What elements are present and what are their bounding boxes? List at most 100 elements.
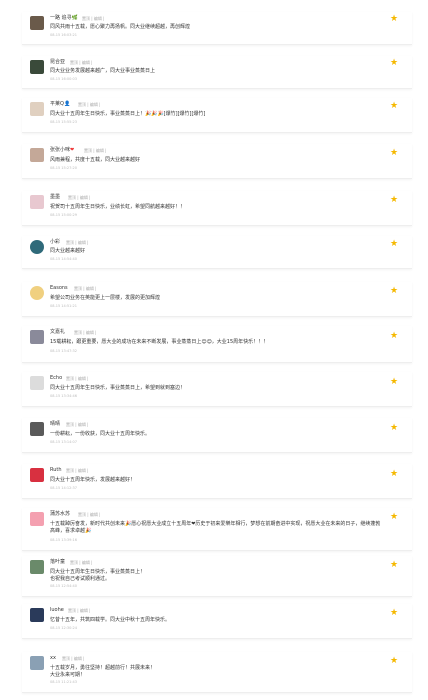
comment-actions[interactable]: 置顶 | 编辑 | [78,511,101,518]
comment-item: 张张小咪❤ 置顶 | 编辑 | 风雨兼程，共度十五载，同大业越来越好 08-15… [22,144,412,179]
star-icon[interactable]: ★ [390,195,400,205]
star-icon[interactable]: ★ [390,239,400,249]
comment-author[interactable]: 小彩 [50,239,60,246]
comment-time: 08-15 11:21:43 [50,680,78,684]
comment-time: 08-15 15:27:20 [50,166,78,170]
avatar[interactable] [30,330,44,344]
comment-item: xx 置顶 | 编辑 | 十五载岁月，勇往坚持！超越前行！共展未来！ 大业永来可… [22,652,412,693]
comment-item: 落叶童 置顶 | 编辑 | 同大业十五周年生日快乐，事业蒸蒸日上！ 也祝我自己考… [22,556,412,597]
comment-text: 同大业十五周年生日快乐，事业蒸蒸日上！ 也祝我自己考试顺利通过。 [50,569,146,582]
avatar[interactable] [30,512,44,526]
comment-time: 08-15 15:00:29 [50,213,78,217]
comment-text: 希望公司业务在英能更上一层楼，发展的更加辉煌 [50,295,161,301]
comment-time: 08-15 14:54:40 [50,257,78,261]
comment-time: 08-15 13:14:07 [50,440,78,444]
comment-author[interactable]: 平莱Q👤 [50,101,70,108]
comment-actions[interactable]: 置顶 | 编辑 | [66,239,89,246]
avatar[interactable] [30,60,44,74]
star-icon[interactable]: ★ [390,512,400,522]
comment-author[interactable]: 墨墨 [50,194,60,201]
comment-actions[interactable]: 置顶 | 编辑 | [66,421,89,428]
comment-time: 08-15 16:03:21 [50,33,78,37]
comment-actions[interactable]: 置顶 | 编辑 | [74,329,97,336]
comment-author[interactable]: Ruth [50,467,62,474]
comment-item: 蒲苏水苏 置顶 | 编辑 | 十五载踔厉奋发，新时代共创未来🎉愿心祝愿大业成立十… [22,508,412,551]
comment-actions[interactable]: 置顶 | 编辑 | [68,194,91,201]
comment-item: 墨墨 置顶 | 编辑 | 祝贺司十五周年生日快乐，业绩长虹，希望同航越来越好！！… [22,191,412,226]
comment-actions[interactable]: 置顶 | 编辑 | [66,467,89,474]
comment-text: 风雨兼程，共度十五载，同大业越来越好 [50,157,141,163]
comment-time: 08-15 13:34:46 [50,394,78,398]
avatar[interactable] [30,560,44,574]
comment-time: 08-15 12:54:40 [50,584,78,588]
avatar[interactable] [30,608,44,622]
avatar[interactable] [30,16,44,30]
comment-time: 08-15 15:55:23 [50,120,78,124]
star-icon[interactable]: ★ [390,148,400,158]
comment-text: 15载耕耘，跟更重要，愿大业的成功在未来不断发展，事业蒸蒸日上😊😊，大业15周年… [50,339,269,345]
comment-text: 十五载岁月，勇往坚持！超越前行！共展未来！ 大业永来可期！ [50,665,156,678]
comment-text: 一份耕耘，一份收获，同大业十五周年快乐。 [50,431,151,437]
comment-item: 昆合亚 置顶 | 编辑 | 同大业业务发展越来越广，同大业事业蒸蒸日上 08-1… [22,56,412,89]
comment-actions[interactable]: 置顶 | 编辑 | [82,15,105,22]
comment-author[interactable]: 张张小咪❤ [50,147,74,154]
comment-text: 同大业业务发展越来越广，同大业事业蒸蒸日上 [50,68,156,74]
comment-text: 忆昔十五年，共筑四载学。同大业中秋十五周年快乐。 [50,617,171,623]
star-icon[interactable]: ★ [390,331,400,341]
avatar[interactable] [30,102,44,116]
avatar[interactable] [30,468,44,482]
comment-actions[interactable]: 置顶 | 编辑 | [74,285,97,292]
comment-time: 08-15 16:00:03 [50,77,78,81]
comment-item: luohe 置顶 | 编辑 | 忆昔十五年，共筑四载学。同大业中秋十五周年快乐。… [22,604,412,639]
comment-item: 文嘉礼 置顶 | 编辑 | 15载耕耘，跟更重要，愿大业的成功在未来不断发展，事… [22,326,412,363]
comment-item: 小彩 置顶 | 编辑 | 同大业越来越好 08-15 14:54:40 ★ [22,236,412,269]
comment-feed: 一路 追寻🌿 置顶 | 编辑 | 同风共雨十五载，愿心聚力再扬帆。同大业继续超越… [0,0,428,700]
comment-item: Easons 置顶 | 编辑 | 希望公司业务在英能更上一层楼，发展的更加辉煌 … [22,282,412,317]
avatar[interactable] [30,195,44,209]
comment-text: 同大业十五周年生日快乐，事业蒸蒸日上！🎉🎉🎉[爆竹][爆竹][爆竹] [50,111,206,117]
comment-actions[interactable]: 置顶 | 编辑 | [84,147,107,154]
comment-author[interactable]: 昆合亚 [50,59,65,66]
star-icon[interactable]: ★ [390,377,400,387]
comment-author[interactable]: xx [50,655,56,662]
comment-author[interactable]: 蒲苏水苏 [50,511,70,518]
comment-actions[interactable]: 置顶 | 编辑 | [70,559,93,566]
comment-actions[interactable]: 置顶 | 编辑 | [70,59,93,66]
comment-actions[interactable]: 置顶 | 编辑 | [68,607,91,614]
avatar[interactable] [30,656,44,670]
avatar[interactable] [30,240,44,254]
comment-item: Echo 置顶 | 编辑 | 同大业十五周年生日快乐，事业蒸蒸日上，希望到就到塞… [22,372,412,407]
comment-item: 晴晴 置顶 | 编辑 | 一份耕耘，一份收获，同大业十五周年快乐。 08-15 … [22,418,412,453]
star-icon[interactable]: ★ [390,14,400,24]
comment-actions[interactable]: 置顶 | 编辑 | [66,375,89,382]
comment-time: 08-15 12:30:24 [50,626,78,630]
comment-actions[interactable]: 置顶 | 编辑 | [78,101,101,108]
comment-author[interactable]: 晴晴 [50,421,60,428]
star-icon[interactable]: ★ [390,656,400,666]
star-icon[interactable]: ★ [390,286,400,296]
comment-time: 08-15 14:51:21 [50,304,78,308]
star-icon[interactable]: ★ [390,608,400,618]
avatar[interactable] [30,286,44,300]
avatar[interactable] [30,422,44,436]
comment-text: 同大业十五周年快乐，发展越来越好！ [50,477,136,483]
comment-author[interactable]: Easons [50,285,68,292]
comment-text: 祝贺司十五周年生日快乐，业绩长虹，希望同航越来越好！！ [50,204,186,210]
comment-text: 十五载踔厉奋发，新时代共创未来🎉愿心祝愿大业成立十五周年❤历史于初来爱樂年相行，… [50,521,381,534]
avatar[interactable] [30,148,44,162]
comment-text: 同大业越来越好 [50,248,86,254]
avatar[interactable] [30,376,44,390]
comment-author[interactable]: 文嘉礼 [50,329,65,336]
star-icon[interactable]: ★ [390,469,400,479]
star-icon[interactable]: ★ [390,423,400,433]
comment-actions[interactable]: 置顶 | 编辑 | [62,655,85,662]
star-icon[interactable]: ★ [390,58,400,68]
comment-author[interactable]: 一路 追寻🌿 [50,15,78,22]
comment-author[interactable]: 落叶童 [50,559,65,566]
comment-text: 同风共雨十五载，愿心聚力再扬帆。同大业继续超越，再创辉煌 [50,24,191,30]
comment-author[interactable]: Echo [50,375,62,382]
star-icon[interactable]: ★ [390,101,400,111]
comment-author[interactable]: luohe [50,607,64,614]
star-icon[interactable]: ★ [390,560,400,570]
comment-time: 08-15 13:47:32 [50,349,78,353]
